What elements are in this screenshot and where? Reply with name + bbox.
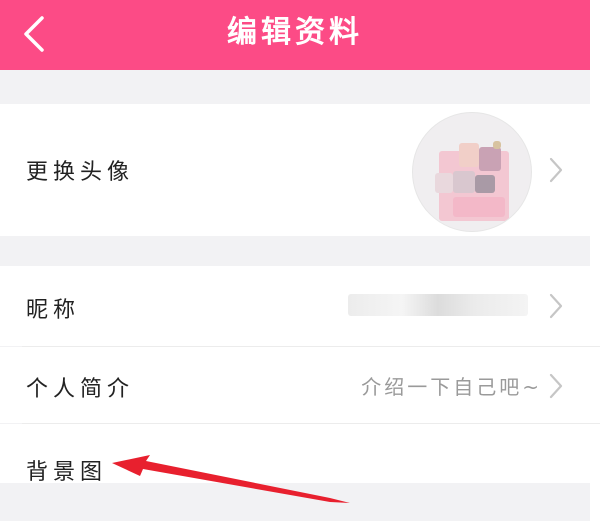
change-avatar-label: 更换头像 (26, 160, 135, 185)
avatar[interactable] (412, 112, 532, 232)
avatar-pixel (453, 197, 505, 217)
avatar-pixel (459, 143, 479, 167)
chevron-right-icon (549, 373, 563, 399)
page-title: 编辑资料 (227, 15, 363, 50)
chevron-right-icon (549, 293, 563, 319)
page-edge (590, 0, 600, 521)
bottom-gap (0, 483, 590, 521)
avatar-pixel (479, 147, 501, 171)
background-image-label: 背景图 (26, 460, 108, 485)
chevron-right-icon (549, 157, 563, 183)
background-image-row[interactable]: 背景图 (0, 424, 590, 485)
avatar-pixel (453, 171, 475, 193)
bio-label: 个人简介 (26, 377, 135, 402)
nickname-label: 昵称 (26, 298, 81, 323)
app-header: 编辑资料 (0, 0, 590, 70)
nickname-value-blurred (348, 294, 528, 316)
avatar-pixel (493, 141, 501, 149)
avatar-pixel (475, 175, 495, 193)
avatar-pixel (435, 173, 453, 193)
bio-placeholder: 介绍一下自己吧~ (361, 375, 542, 399)
